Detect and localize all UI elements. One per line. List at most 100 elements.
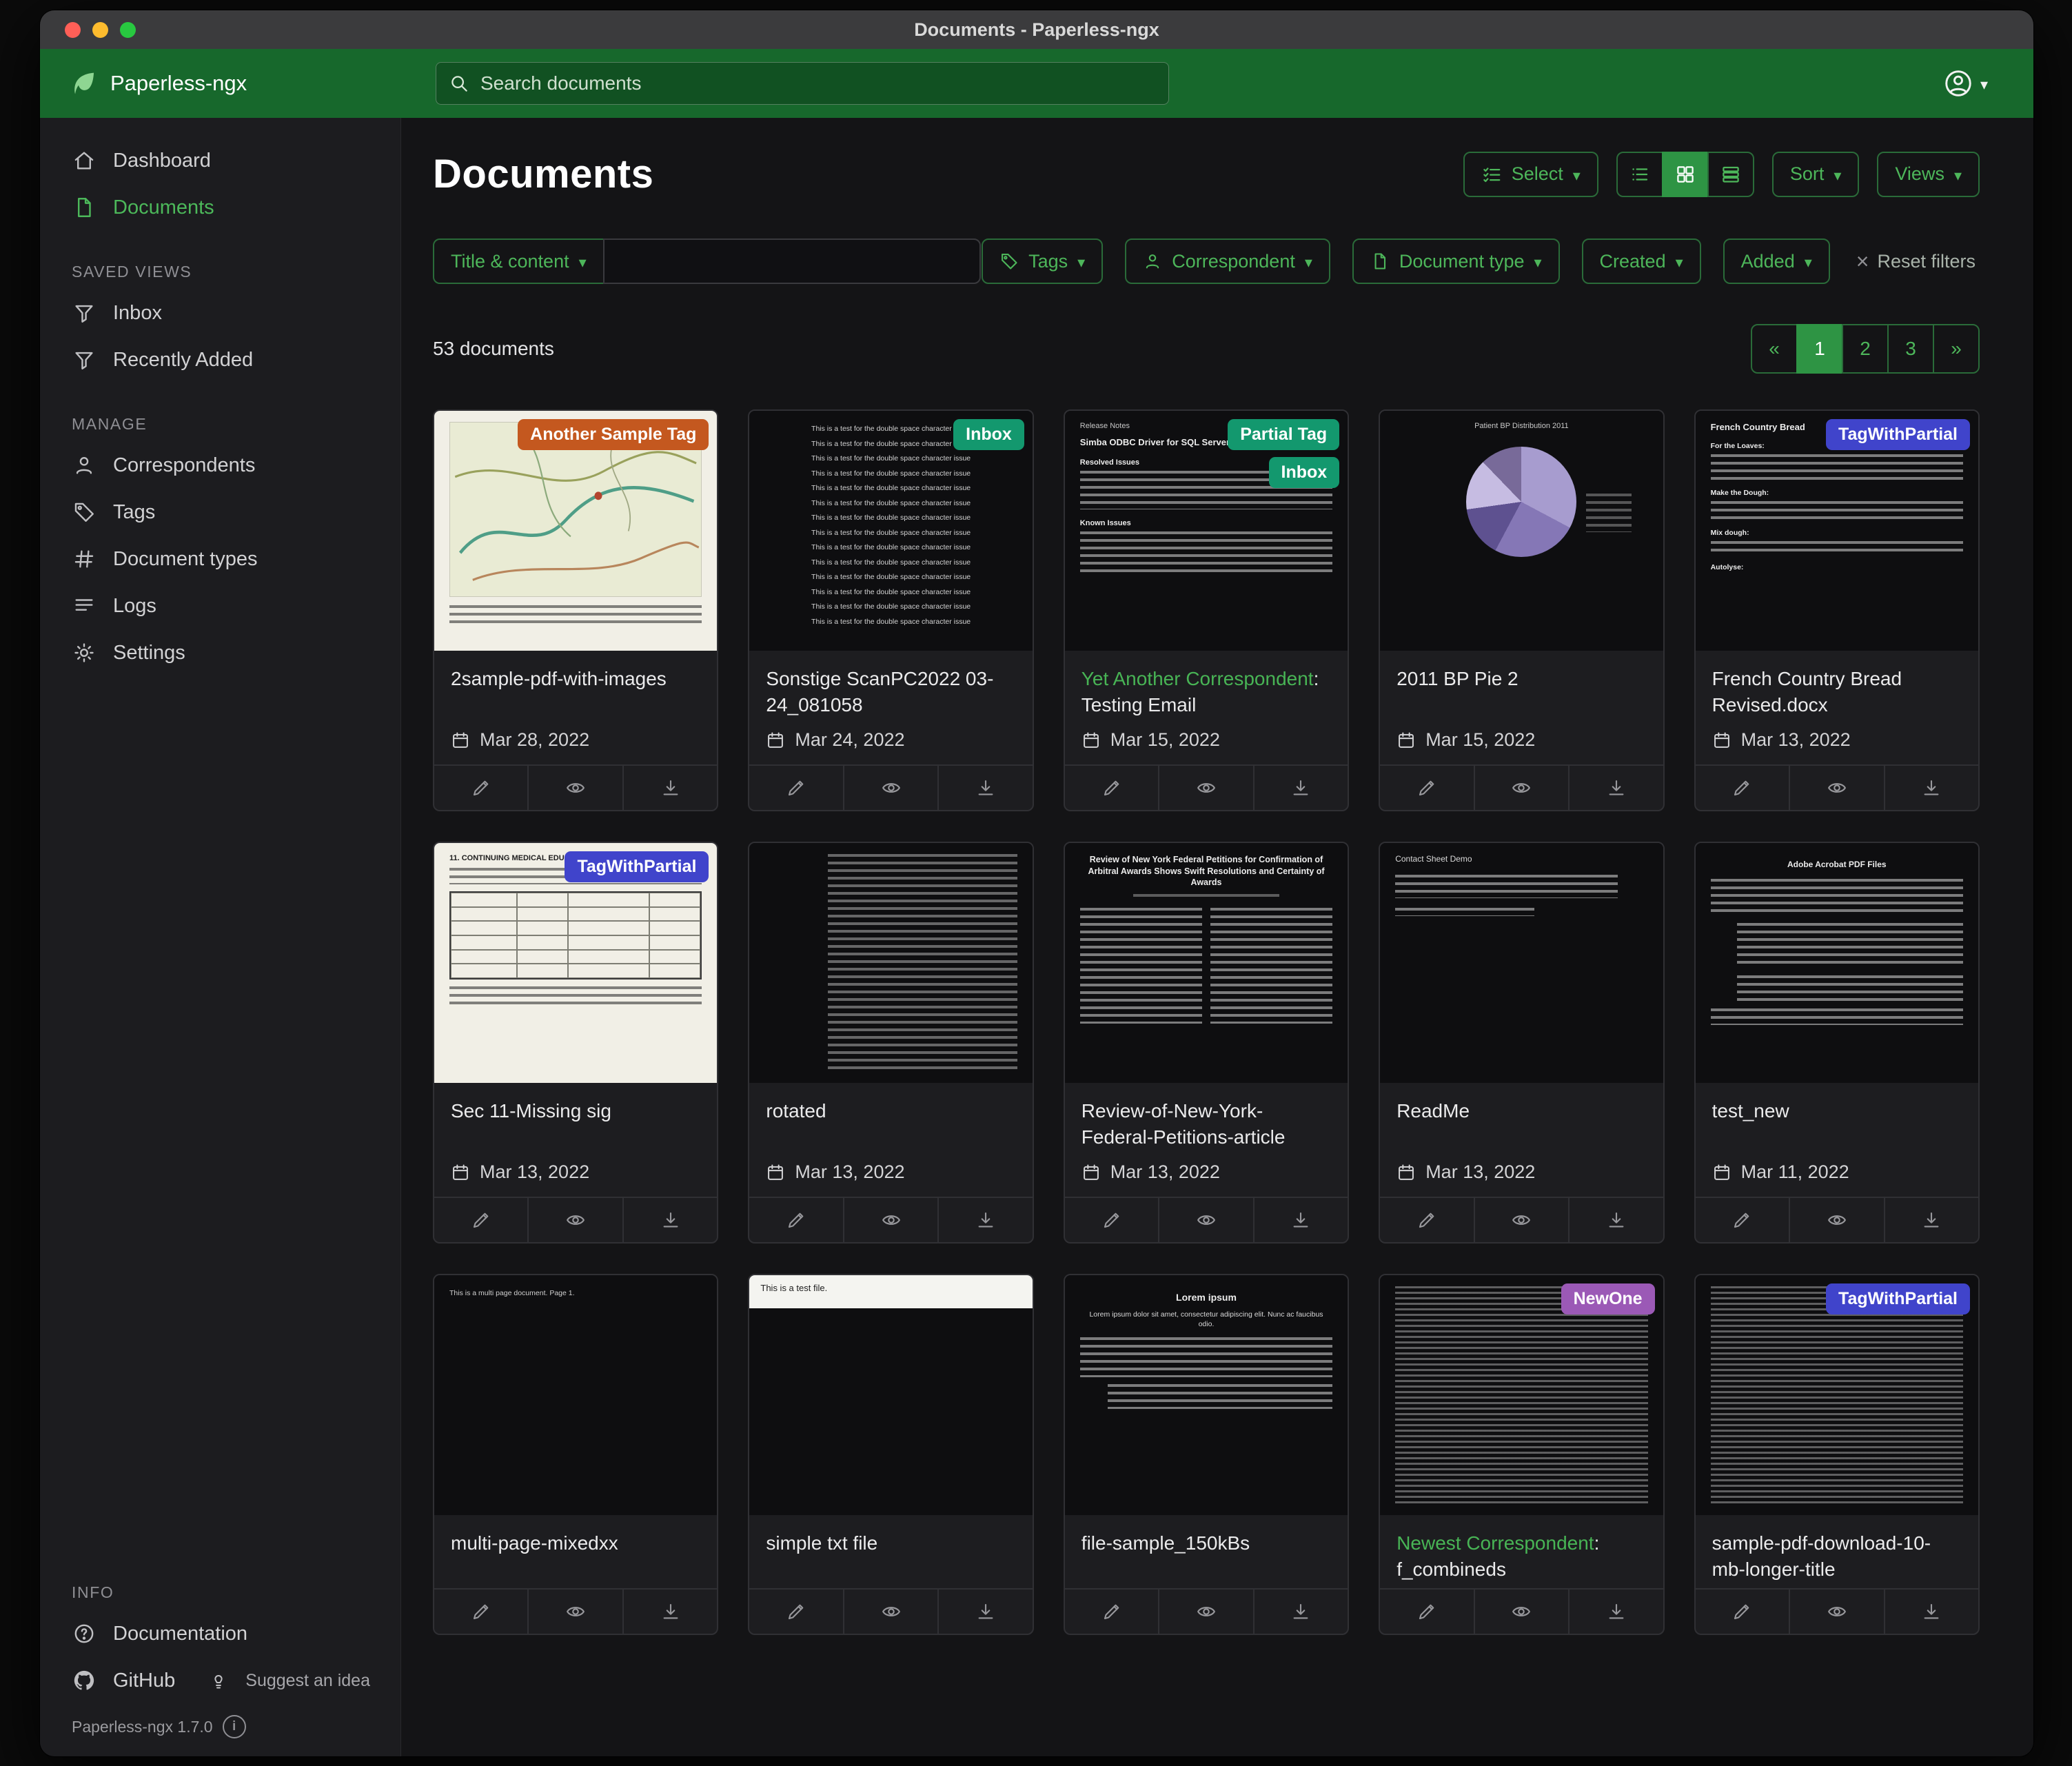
minimize-window-button[interactable] <box>92 22 108 38</box>
download-document-button[interactable] <box>1570 766 1663 810</box>
document-card[interactable]: Review of New York Federal Petitions for… <box>1064 842 1349 1244</box>
edit-document-button[interactable] <box>749 1590 844 1634</box>
document-card[interactable]: Adobe Acrobat PDF Files test_new Mar 11,… <box>1694 842 1980 1244</box>
sidebar-item-settings[interactable]: Settings <box>40 629 400 676</box>
download-document-button[interactable] <box>1885 1590 1978 1634</box>
view-document-button[interactable] <box>1159 1590 1254 1634</box>
document-thumbnail[interactable]: French Country Bread For the Loaves: Mak… <box>1696 411 1978 651</box>
select-button[interactable]: Select ▾ <box>1463 152 1598 197</box>
document-title[interactable]: Newest Correspondent: f_combineds <box>1396 1530 1646 1583</box>
document-thumbnail[interactable] <box>749 843 1032 1083</box>
view-document-button[interactable] <box>844 766 939 810</box>
document-thumbnail[interactable]: This is a test for the double space char… <box>749 411 1032 651</box>
document-card[interactable]: 11. CONTINUING MEDICAL EDUCA TagWithPart… <box>433 842 718 1244</box>
document-thumbnail[interactable]: Adobe Acrobat PDF Files <box>1696 843 1978 1083</box>
document-thumbnail[interactable]: Lorem ipsum Lorem ipsum dolor sit amet, … <box>1065 1275 1348 1515</box>
edit-document-button[interactable] <box>1065 766 1159 810</box>
view-document-button[interactable] <box>1790 766 1885 810</box>
tag-badge[interactable]: TagWithPartial <box>1826 1283 1970 1315</box>
cards-view-button[interactable] <box>1707 152 1754 197</box>
document-title[interactable]: Review-of-New-York-Federal-Petitions-art… <box>1081 1098 1331 1150</box>
document-card[interactable]: Lorem ipsum Lorem ipsum dolor sit amet, … <box>1064 1274 1349 1635</box>
document-title[interactable]: 2sample-pdf-with-images <box>451 666 700 692</box>
document-title[interactable]: French Country Bread Revised.docx <box>1712 666 1962 718</box>
download-document-button[interactable] <box>1255 1198 1348 1242</box>
document-title[interactable]: 2011 BP Pie 2 <box>1396 666 1646 692</box>
document-card[interactable]: TagWithPartial sample-pdf-download-10-mb… <box>1694 1274 1980 1635</box>
document-thumbnail[interactable]: 11. CONTINUING MEDICAL EDUCA TagWithPart… <box>434 843 717 1083</box>
download-document-button[interactable] <box>939 1590 1032 1634</box>
download-document-button[interactable] <box>1570 1198 1663 1242</box>
tag-badge[interactable]: NewOne <box>1561 1283 1655 1315</box>
document-card[interactable]: Release Notes Simba ODBC Driver for SQL … <box>1064 409 1349 811</box>
document-card[interactable]: rotated Mar 13, 2022 <box>748 842 1033 1244</box>
download-document-button[interactable] <box>624 1198 717 1242</box>
tag-badge[interactable]: Inbox <box>1269 457 1340 488</box>
title-content-dropdown[interactable]: Title & content ▾ <box>433 238 605 284</box>
edit-document-button[interactable] <box>1380 1590 1474 1634</box>
pagination-next[interactable]: » <box>1933 324 1980 374</box>
document-correspondent[interactable]: Newest Correspondent <box>1396 1532 1594 1554</box>
correspondent-filter-button[interactable]: Correspondent ▾ <box>1125 238 1330 284</box>
document-thumbnail[interactable]: Review of New York Federal Petitions for… <box>1065 843 1348 1083</box>
view-document-button[interactable] <box>1475 1590 1570 1634</box>
document-title[interactable]: Sonstige ScanPC2022 03-24_081058 <box>766 666 1015 718</box>
document-thumbnail[interactable]: Release Notes Simba ODBC Driver for SQL … <box>1065 411 1348 651</box>
search-input[interactable] <box>479 72 1156 95</box>
sidebar-item-github[interactable]: GitHub <box>40 1657 189 1704</box>
document-thumbnail[interactable]: Another Sample Tag <box>434 411 717 651</box>
document-title[interactable]: sample-pdf-download-10-mb-longer-title <box>1712 1530 1962 1583</box>
pagination-page-2[interactable]: 2 <box>1842 324 1889 374</box>
download-document-button[interactable] <box>1885 1198 1978 1242</box>
view-document-button[interactable] <box>844 1198 939 1242</box>
info-icon[interactable]: i <box>223 1715 246 1738</box>
sidebar-item-documentation[interactable]: Documentation <box>40 1610 400 1657</box>
download-document-button[interactable] <box>624 1590 717 1634</box>
download-document-button[interactable] <box>939 766 1032 810</box>
tag-badge[interactable]: TagWithPartial <box>565 851 709 882</box>
tag-badge[interactable]: TagWithPartial <box>1826 419 1970 450</box>
download-document-button[interactable] <box>1255 766 1348 810</box>
pagination-page-3[interactable]: 3 <box>1887 324 1934 374</box>
document-card[interactable]: French Country Bread For the Loaves: Mak… <box>1694 409 1980 811</box>
document-card[interactable]: Contact Sheet Demo ReadMe Mar 13, 2022 <box>1379 842 1664 1244</box>
document-card[interactable]: This is a test file. simple txt file <box>748 1274 1033 1635</box>
close-window-button[interactable] <box>65 22 81 38</box>
document-thumbnail[interactable]: NewOne <box>1380 1275 1663 1515</box>
edit-document-button[interactable] <box>1380 766 1474 810</box>
sort-button[interactable]: Sort ▾ <box>1772 152 1860 197</box>
document-thumbnail[interactable]: This is a test file. <box>749 1275 1032 1515</box>
sidebar-item-document-types[interactable]: Document types <box>40 536 400 582</box>
tag-badge[interactable]: Another Sample Tag <box>518 419 709 450</box>
document-title[interactable]: multi-page-mixedxx <box>451 1530 700 1556</box>
added-filter-button[interactable]: Added ▾ <box>1723 238 1830 284</box>
tag-badge[interactable]: Inbox <box>953 419 1024 450</box>
sidebar-item-suggest-idea[interactable]: Suggest an idea <box>189 1659 384 1702</box>
sidebar-item-correspondents[interactable]: Correspondents <box>40 442 400 489</box>
document-title[interactable]: ReadMe <box>1396 1098 1646 1124</box>
document-thumbnail[interactable]: This is a multi page document. Page 1. <box>434 1275 717 1515</box>
document-card[interactable]: Another Sample Tag 2sample-pdf-with-imag… <box>433 409 718 811</box>
document-title[interactable]: file-sample_150kBs <box>1081 1530 1331 1556</box>
document-title[interactable]: Yet Another Correspondent: Testing Email <box>1081 666 1331 718</box>
sidebar-item-recently-added[interactable]: Recently Added <box>40 336 400 383</box>
view-document-button[interactable] <box>844 1590 939 1634</box>
user-menu[interactable]: ▾ <box>1943 68 1988 99</box>
edit-document-button[interactable] <box>1380 1198 1474 1242</box>
download-document-button[interactable] <box>1570 1590 1663 1634</box>
document-card[interactable]: NewOne Newest Correspondent: f_combineds <box>1379 1274 1664 1635</box>
document-thumbnail[interactable]: Contact Sheet Demo <box>1380 843 1663 1083</box>
document-correspondent[interactable]: Yet Another Correspondent <box>1081 668 1314 689</box>
reset-filters-button[interactable]: × Reset filters <box>1852 250 1980 273</box>
search-bar[interactable] <box>436 62 1169 105</box>
view-document-button[interactable] <box>1159 1198 1254 1242</box>
view-document-button[interactable] <box>1475 766 1570 810</box>
download-document-button[interactable] <box>939 1198 1032 1242</box>
sidebar-item-documents[interactable]: Documents <box>40 184 400 231</box>
document-title[interactable]: simple txt file <box>766 1530 1015 1556</box>
view-document-button[interactable] <box>1475 1198 1570 1242</box>
download-document-button[interactable] <box>624 766 717 810</box>
document-card[interactable]: This is a multi page document. Page 1. m… <box>433 1274 718 1635</box>
edit-document-button[interactable] <box>434 1590 529 1634</box>
edit-document-button[interactable] <box>1065 1198 1159 1242</box>
